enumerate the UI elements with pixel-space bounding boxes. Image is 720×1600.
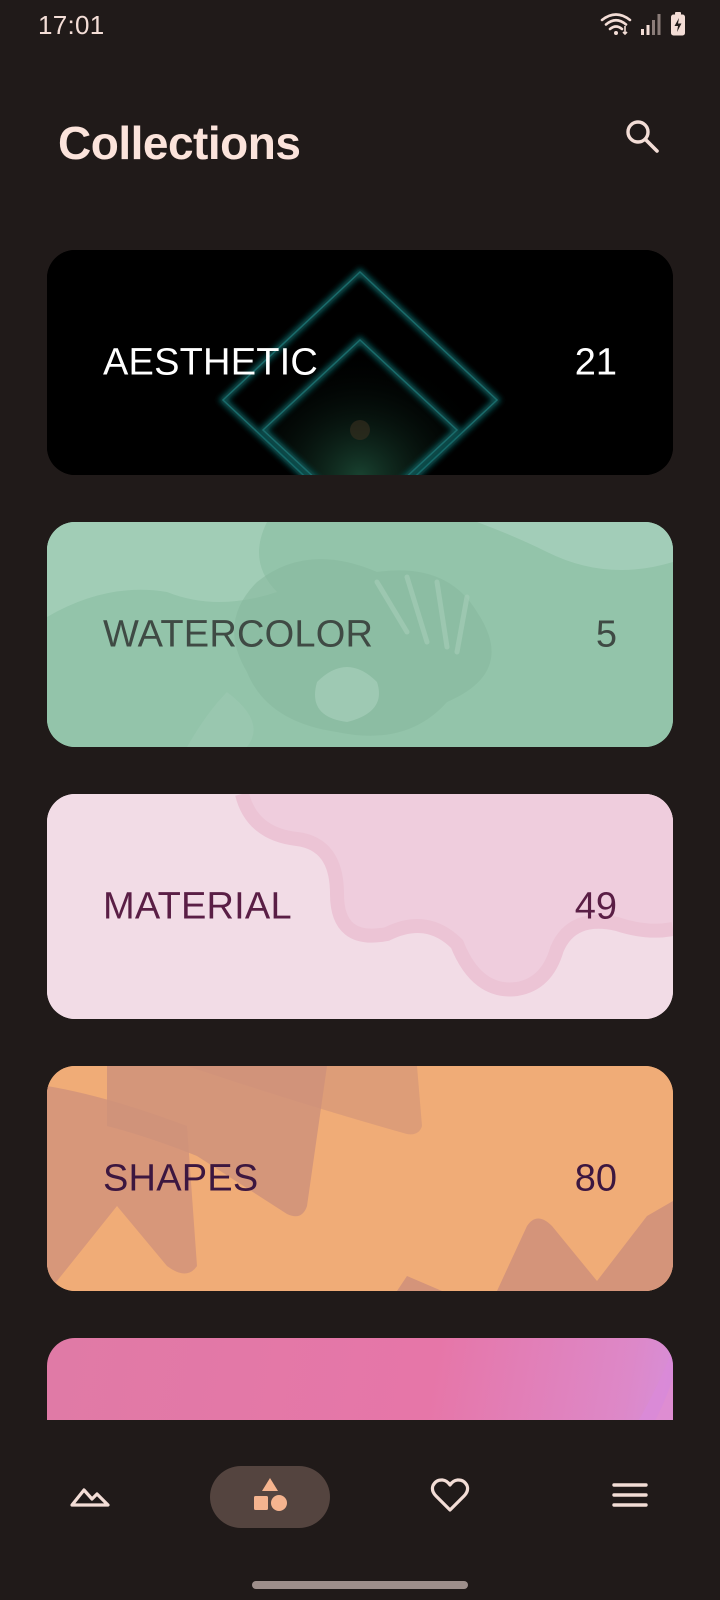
collection-card-aesthetic[interactable]: AESTHETIC 21 [47, 250, 673, 475]
nav-item-wallpapers[interactable] [30, 1466, 150, 1528]
collection-name: MATERIAL [103, 885, 292, 927]
collection-card-watercolor[interactable]: WATERCOLOR 5 [47, 522, 673, 747]
collection-name: WATERCOLOR [103, 613, 374, 655]
app-header: Collections [0, 100, 720, 190]
collection-count: 5 [595, 613, 617, 655]
partial-card-background [638, 1348, 673, 1420]
search-button[interactable] [616, 112, 668, 164]
collection-card-material[interactable]: MATERIAL 49 [47, 794, 673, 1019]
collection-count: 21 [574, 341, 617, 383]
bottom-navigation [0, 1420, 720, 1600]
menu-icon [612, 1481, 648, 1514]
nav-item-favorites[interactable] [390, 1466, 510, 1528]
nav-item-collections[interactable] [210, 1466, 330, 1528]
collections-list[interactable]: AESTHETIC 21 WATERCOLOR 5 MATERIAL 49 SH… [0, 0, 720, 1420]
collection-count: 80 [574, 1157, 617, 1199]
mountain-icon [70, 1482, 110, 1513]
nav-item-menu[interactable] [570, 1466, 690, 1528]
shapes-icon [251, 1476, 289, 1519]
home-indicator[interactable] [252, 1581, 468, 1589]
page-title: Collections [58, 117, 301, 169]
collection-count: 49 [574, 885, 617, 927]
collection-name: AESTHETIC [103, 341, 319, 383]
collection-card-partial[interactable] [47, 1338, 673, 1420]
collection-card-shapes[interactable]: SHAPES 80 [47, 1066, 673, 1291]
search-icon [624, 118, 660, 159]
collection-name: SHAPES [103, 1157, 259, 1199]
heart-icon [430, 1477, 470, 1518]
